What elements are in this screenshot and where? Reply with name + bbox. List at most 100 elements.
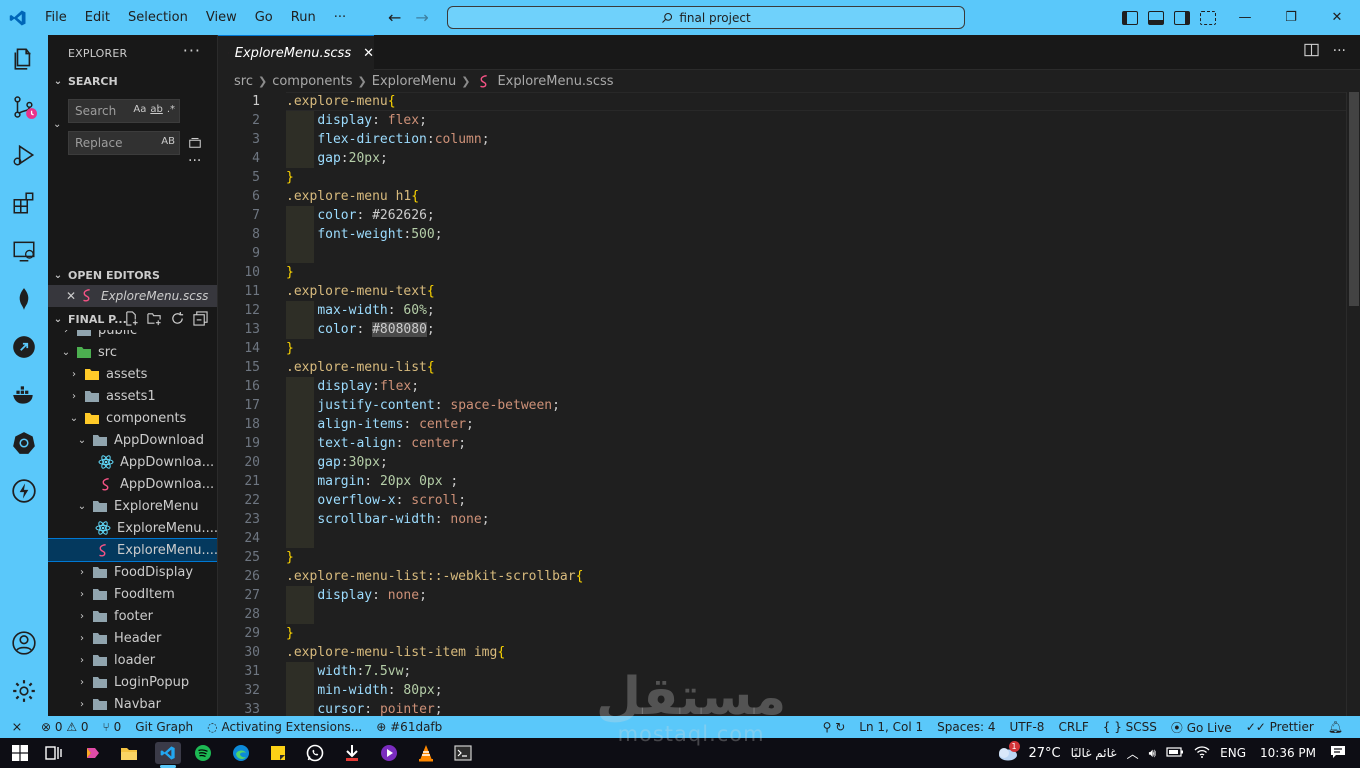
settings-gear-icon[interactable] <box>0 671 48 711</box>
explorer-icon[interactable] <box>0 39 48 79</box>
breadcrumb-item[interactable]: components <box>272 74 352 89</box>
customize-layout-icon[interactable] <box>1200 10 1216 25</box>
forward-arrow-icon[interactable]: → <box>415 8 428 27</box>
task-view-icon[interactable] <box>43 742 65 764</box>
file-explorer-icon[interactable] <box>118 742 140 764</box>
sync-icon[interactable]: ⚲ ↻ <box>816 720 853 734</box>
toggle-replace-chevron-icon[interactable]: ⌄ <box>53 119 61 130</box>
tree-folder-item[interactable]: › footer <box>48 605 217 627</box>
eol-status[interactable]: CRLF <box>1051 720 1095 734</box>
minimize-button[interactable]: — <box>1222 0 1268 35</box>
activating-extensions-status[interactable]: ◌ Activating Extensions... <box>200 720 369 734</box>
tree-folder-item[interactable]: ⌄ src <box>48 341 217 363</box>
accounts-icon[interactable] <box>0 623 48 663</box>
tree-folder-item[interactable]: › Navbar <box>48 693 217 715</box>
menu-item-go[interactable]: Go <box>246 0 282 35</box>
tree-folder-item[interactable]: › assets1 <box>48 385 217 407</box>
command-center-search[interactable]: final project <box>447 6 965 29</box>
back-arrow-icon[interactable]: ← <box>388 8 401 27</box>
vlc-icon[interactable] <box>415 742 437 764</box>
menu-item-selection[interactable]: Selection <box>119 0 197 35</box>
windows-start-icon[interactable] <box>9 742 31 764</box>
editor-scrollbar[interactable] <box>1346 92 1360 716</box>
problems-indicator[interactable]: ⊗ 0 ⚠ 0 <box>34 720 96 734</box>
vscode-logo-icon[interactable] <box>0 0 36 35</box>
tree-folder-item[interactable]: ⌄ AppDownload <box>48 429 217 451</box>
tree-folder-item[interactable]: › FoodDisplay <box>48 561 217 583</box>
cursor-position[interactable]: Ln 1, Col 1 <box>852 720 930 734</box>
breadcrumb-item[interactable]: ExploreMenu <box>372 74 456 89</box>
wifi-icon[interactable] <box>1194 745 1210 761</box>
menu-item-run[interactable]: Run <box>282 0 325 35</box>
project-section-header[interactable]: ⌄ FINAL P... <box>48 308 217 330</box>
remote-indicator-icon[interactable]: ⨯ <box>0 716 34 738</box>
menu-item-more[interactable]: ··· <box>325 0 355 35</box>
match-case-icon[interactable]: Aa <box>133 104 146 115</box>
refresh-icon[interactable] <box>170 311 185 326</box>
search-section-header[interactable]: ⌄ SEARCH <box>48 70 217 92</box>
replace-all-icon[interactable] <box>188 135 202 152</box>
indentation-status[interactable]: Spaces: 4 <box>930 720 1002 734</box>
mongodb-icon[interactable] <box>0 279 48 319</box>
menu-item-file[interactable]: File <box>36 0 76 35</box>
git-graph-icon[interactable] <box>0 327 48 367</box>
preserve-case-icon[interactable]: AB <box>161 136 175 147</box>
more-search-options-icon[interactable]: ··· <box>188 153 201 169</box>
open-editors-header[interactable]: ⌄ OPEN EDITORS <box>48 264 217 286</box>
tree-folder-item[interactable]: ⌄ components <box>48 407 217 429</box>
notification-center-icon[interactable] <box>1330 745 1346 762</box>
run-debug-icon[interactable] <box>0 135 48 175</box>
copilot-icon[interactable] <box>82 742 104 764</box>
thunder-client-icon[interactable] <box>0 471 48 511</box>
close-window-button[interactable]: ✕ <box>1314 0 1360 35</box>
prettier-status[interactable]: ✓✓ Prettier <box>1239 720 1321 734</box>
language-mode[interactable]: { } SCSS <box>1096 720 1164 734</box>
menu-item-edit[interactable]: Edit <box>76 0 119 35</box>
collapse-all-icon[interactable] <box>193 311 208 326</box>
encoding-status[interactable]: UTF-8 <box>1002 720 1051 734</box>
toggle-panel-icon[interactable] <box>1148 10 1164 25</box>
breadcrumb-item[interactable]: ExploreMenu.scss <box>497 74 613 89</box>
split-editor-icon[interactable] <box>1304 43 1319 61</box>
more-actions-icon[interactable]: ··· <box>183 41 201 60</box>
toggle-secondary-sidebar-icon[interactable] <box>1174 10 1190 25</box>
remote-explorer-icon[interactable] <box>0 231 48 271</box>
tree-file-item[interactable]: AppDownloa... <box>48 451 217 473</box>
weather-description[interactable]: غائم غالبًا <box>1071 746 1117 760</box>
tree-folder-item[interactable]: › Header <box>48 627 217 649</box>
language-indicator[interactable]: ENG <box>1220 746 1246 760</box>
tree-folder-item[interactable]: › LoginPopup <box>48 671 217 693</box>
tree-folder-item[interactable]: › FoodItem <box>48 583 217 605</box>
notifications-bell-icon[interactable]: 🔔︎ <box>1321 720 1350 734</box>
extensions-icon[interactable] <box>0 183 48 223</box>
open-editor-item[interactable]: ✕ ExploreMenu.scss <box>48 285 217 307</box>
tree-file-item[interactable]: AppDownloa... <box>48 473 217 495</box>
weather-temperature[interactable]: 27°C <box>1029 746 1061 761</box>
tree-file-item[interactable]: ExploreMenu.... <box>48 538 217 562</box>
search-input[interactable]: Search Aa ab .* <box>68 99 180 123</box>
ports-indicator[interactable]: ⑂ 0 <box>96 720 129 734</box>
clock[interactable]: 10:36 PM <box>1256 746 1320 760</box>
docker-icon[interactable] <box>0 375 48 415</box>
edge-browser-icon[interactable] <box>230 742 252 764</box>
tree-file-item[interactable]: ExploreMenu.... <box>48 517 217 539</box>
match-whole-word-icon[interactable]: ab <box>150 104 162 115</box>
replace-input[interactable]: Replace AB <box>68 131 180 155</box>
editor-more-actions-icon[interactable]: ··· <box>1333 43 1346 61</box>
scrollbar-thumb[interactable] <box>1349 92 1359 306</box>
tree-folder-item[interactable]: › loader <box>48 649 217 671</box>
close-tab-icon[interactable]: ✕ <box>363 46 374 61</box>
use-regex-icon[interactable]: .* <box>167 104 175 115</box>
tab-explore-menu-scss[interactable]: ExploreMenu.scss ✕ <box>218 35 374 70</box>
commit-status[interactable]: ⊕ #61dafb <box>369 720 449 734</box>
volume-icon[interactable]: 🔊︎ <box>1149 746 1157 761</box>
terminal-icon[interactable] <box>452 742 474 764</box>
sticky-notes-icon[interactable] <box>267 742 289 764</box>
downloader-icon[interactable] <box>341 742 363 764</box>
whatsapp-icon[interactable] <box>304 742 326 764</box>
source-control-icon[interactable] <box>0 87 48 127</box>
show-hidden-icons-chevron-icon[interactable]: ︿ <box>1127 745 1139 762</box>
new-file-icon[interactable] <box>124 311 139 326</box>
breadcrumb-item[interactable]: src <box>234 74 253 89</box>
close-icon[interactable]: ✕ <box>48 289 80 303</box>
